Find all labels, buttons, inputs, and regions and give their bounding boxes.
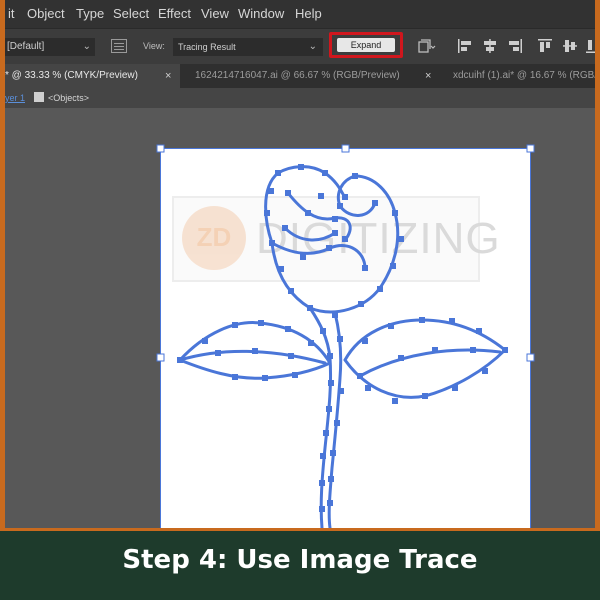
tab-label: xdcuihf (1).ai* @ 16.67 % (RGB/ <box>453 70 595 81</box>
preset-dropdown[interactable]: [Default] ⌄ <box>5 38 95 56</box>
step-caption: Step 4: Use Image Trace <box>122 545 478 575</box>
canvas-area[interactable]: ZD DIGITIZING <box>5 108 595 528</box>
preset-value: [Default] <box>7 41 45 52</box>
menu-effect[interactable]: Effect <box>158 6 191 21</box>
breadcrumb: yer 1 <Objects> <box>5 88 595 108</box>
align-middle-icon[interactable] <box>562 38 578 54</box>
arrange-icon[interactable] <box>418 39 436 55</box>
expand-button[interactable]: Expand <box>337 38 395 52</box>
view-value: Tracing Result <box>178 42 236 52</box>
align-left-icon[interactable] <box>457 38 473 54</box>
menu-bar: it Object Type Select Effect View Window… <box>5 0 595 28</box>
menu-select[interactable]: Select <box>113 6 149 21</box>
tracing-panel-icon[interactable] <box>111 39 127 53</box>
image-frame: it Object Type Select Effect View Window… <box>0 0 600 600</box>
tab-label: 1624214716047.ai @ 66.67 % (RGB/Preview) <box>195 70 400 81</box>
chevron-down-icon: ⌄ <box>308 41 317 52</box>
view-dropdown[interactable]: Tracing Result ⌄ <box>173 38 323 56</box>
close-icon[interactable]: × <box>425 64 431 88</box>
document-tabs: * @ 33.33 % (CMYK/Preview) × 16242147160… <box>5 64 595 88</box>
view-label: View: <box>143 41 165 51</box>
menu-edit[interactable]: it <box>8 6 15 21</box>
align-bottom-icon[interactable] <box>585 38 595 54</box>
illustrator-window: it Object Type Select Effect View Window… <box>5 0 595 528</box>
menu-type[interactable]: Type <box>76 6 104 21</box>
layer-link[interactable]: yer 1 <box>5 93 25 103</box>
artboard[interactable]: ZD DIGITIZING <box>160 148 530 528</box>
caption-banner: Step 4: Use Image Trace <box>0 528 600 600</box>
align-center-icon[interactable] <box>482 38 498 54</box>
tab-label: * @ 33.33 % (CMYK/Preview) <box>5 70 138 81</box>
tab-active-document[interactable]: * @ 33.33 % (CMYK/Preview) × <box>5 64 180 88</box>
breadcrumb-objects: <Objects> <box>48 93 90 103</box>
menu-view[interactable]: View <box>201 6 229 21</box>
align-top-icon[interactable] <box>537 38 553 54</box>
control-bar: [Default] ⌄ View: Tracing Result ⌄ Expan… <box>5 28 595 65</box>
chevron-down-icon: ⌄ <box>82 41 91 52</box>
traced-rose-artwork[interactable] <box>160 148 530 528</box>
tab-document-2[interactable]: 1624214716047.ai @ 66.67 % (RGB/Preview)… <box>187 64 437 88</box>
menu-help[interactable]: Help <box>295 6 322 21</box>
layer-group-icon <box>34 92 44 102</box>
menu-object[interactable]: Object <box>27 6 65 21</box>
close-icon[interactable]: × <box>165 64 171 88</box>
tab-document-3[interactable]: xdcuihf (1).ai* @ 16.67 % (RGB/ <box>445 64 595 88</box>
menu-window[interactable]: Window <box>238 6 284 21</box>
expand-highlight: Expand <box>329 32 403 58</box>
align-right-icon[interactable] <box>507 38 523 54</box>
